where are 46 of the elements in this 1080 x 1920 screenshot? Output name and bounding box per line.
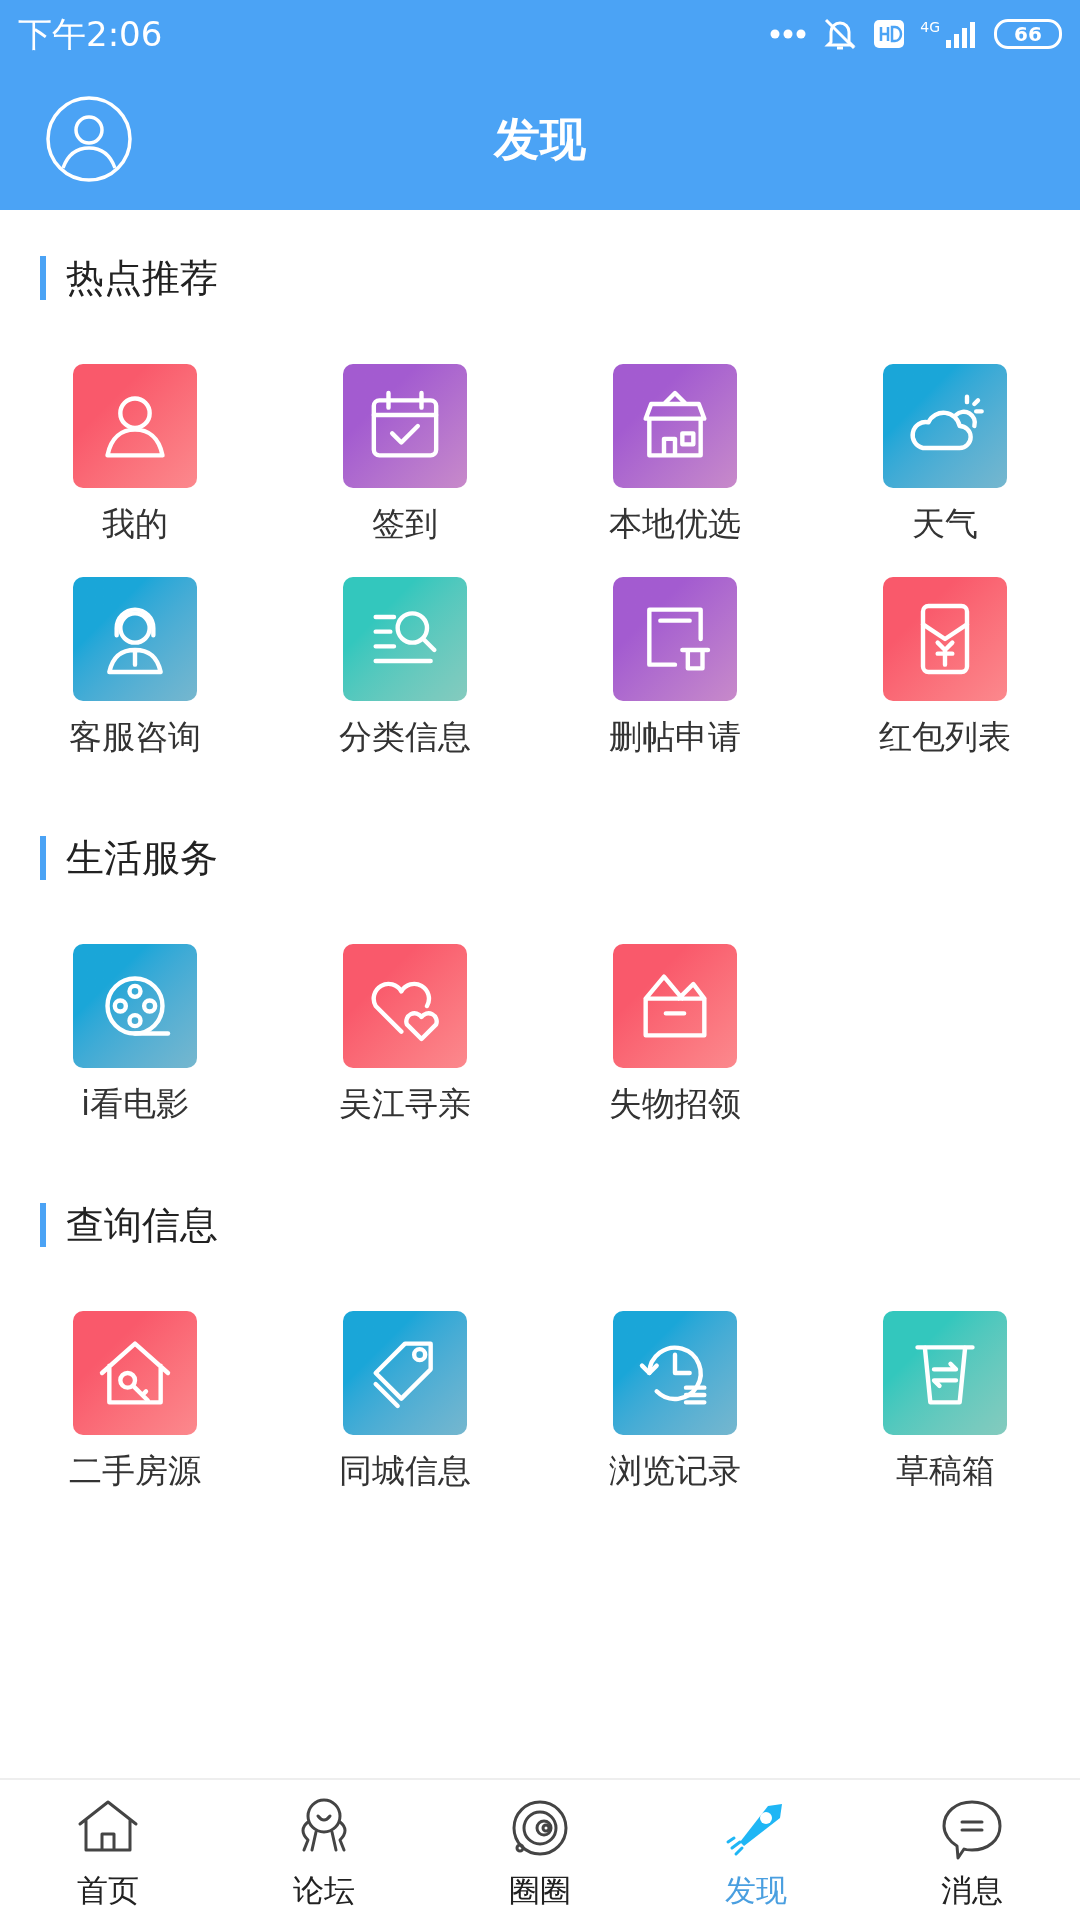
- feature-label: 失物招领: [609, 1084, 741, 1124]
- feature-tile[interactable]: [613, 364, 737, 488]
- feature-tile[interactable]: [613, 577, 737, 701]
- feature-label: 二手房源: [69, 1451, 201, 1491]
- feature-label: 同城信息: [339, 1451, 471, 1491]
- feature-tile[interactable]: [343, 577, 467, 701]
- feature-label: 红包列表: [879, 717, 1011, 757]
- signal-icon: [944, 20, 978, 48]
- network-type: 4G: [920, 20, 940, 34]
- nav-tab[interactable]: 消息: [864, 1780, 1080, 1920]
- feature-label: 删帖申请: [609, 717, 741, 757]
- feature-tile[interactable]: [883, 364, 1007, 488]
- feature-label: 本地优选: [609, 504, 741, 544]
- section-title: 生活服务: [40, 836, 1080, 880]
- feature-tile[interactable]: [613, 944, 737, 1068]
- battery-indicator: 66: [994, 19, 1062, 49]
- page-title: 发现: [494, 110, 586, 168]
- feature-tile[interactable]: [73, 944, 197, 1068]
- hd-icon: [874, 20, 905, 48]
- feature-tile[interactable]: [73, 364, 197, 488]
- nav-tab[interactable]: 圈圈: [432, 1780, 648, 1920]
- section-title: 查询信息: [40, 1203, 1080, 1247]
- more-dots-icon: [770, 29, 807, 39]
- feature-label: 客服咨询: [69, 717, 201, 757]
- feature-tile[interactable]: [343, 364, 467, 488]
- feature-tile[interactable]: [343, 1311, 467, 1435]
- section-title: 热点推荐: [40, 256, 1080, 300]
- avatar-icon[interactable]: [46, 96, 132, 182]
- muted-bell-icon: [822, 16, 859, 52]
- feature-tile[interactable]: [883, 1311, 1007, 1435]
- feature-label: 吴江寻亲: [339, 1084, 471, 1124]
- feature-label: 我的: [102, 504, 168, 544]
- nav-tab[interactable]: 论坛: [216, 1780, 432, 1920]
- feature-label: 浏览记录: [609, 1451, 741, 1491]
- feature-label: 签到: [372, 504, 438, 544]
- feature-label: 分类信息: [339, 717, 471, 757]
- feature-tile[interactable]: [73, 577, 197, 701]
- feature-tile[interactable]: [73, 1311, 197, 1435]
- feature-tile[interactable]: [343, 944, 467, 1068]
- feature-label: 天气: [912, 504, 978, 544]
- status-time: 下午2:06: [18, 12, 163, 56]
- feature-label: i看电影: [80, 1084, 190, 1124]
- feature-tile[interactable]: [613, 1311, 737, 1435]
- nav-tab[interactable]: 首页: [0, 1780, 216, 1920]
- feature-label: 草稿箱: [895, 1451, 995, 1491]
- feature-tile[interactable]: [883, 577, 1007, 701]
